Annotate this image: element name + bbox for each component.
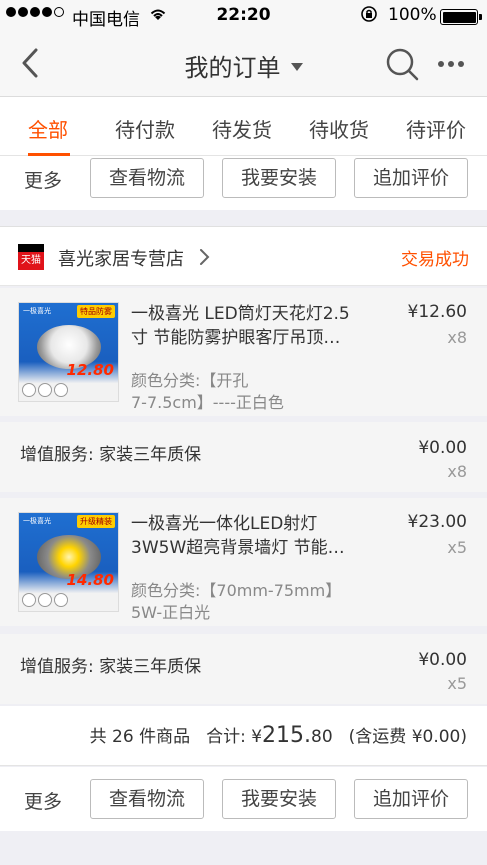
store-name[interactable]: 喜光家居专营店	[58, 245, 184, 271]
product-price: ¥12.60	[407, 302, 467, 322]
search-icon[interactable]	[384, 46, 420, 82]
product-variant: 颜色分类:【开孔 7-7.5cm】----正白色	[131, 371, 284, 412]
nav-bar: 我的订单	[0, 32, 487, 96]
add-review-button[interactable]: 追加评价	[354, 779, 468, 819]
item-count: 共 26 件商品	[89, 727, 191, 747]
product-name[interactable]: 一极喜光 LED筒灯天花灯2.5 寸 节能防雾护眼客厅吊顶…	[131, 302, 363, 350]
service-label: 增值服务: 家装三年质保	[20, 657, 202, 677]
product-quantity: x8	[447, 328, 467, 347]
value-added-service: 增值服务: 家装三年质保 ¥0.00 x8	[0, 422, 487, 492]
more-icon[interactable]	[438, 61, 464, 67]
product-quantity: x5	[447, 538, 467, 557]
tab-pending-shipment[interactable]: 待发货	[212, 114, 272, 143]
tab-all[interactable]: 全部	[28, 114, 68, 143]
more-link[interactable]: 更多	[24, 166, 62, 193]
product-item[interactable]: 一极喜光 升级精装 14.80 一极喜光一体化LED射灯 3W5W超亮背景墙灯 …	[0, 498, 487, 626]
service-quantity: x5	[447, 674, 467, 693]
order-actions-previous: 更多 查看物流 我要安装 追加评价	[0, 156, 487, 210]
value-added-service: 增值服务: 家装三年质保 ¥0.00 x5	[0, 634, 487, 704]
shipping-note: (含运费 ¥0.00)	[348, 727, 467, 747]
view-logistics-button[interactable]: 查看物流	[90, 158, 204, 198]
total-amount-int: 215.	[262, 723, 312, 748]
product-thumbnail[interactable]: 一极喜光 升级精装 14.80	[18, 512, 119, 612]
chevron-right-icon	[198, 249, 210, 265]
rotation-lock-icon	[360, 5, 378, 27]
thumb-brand: 一极喜光	[23, 307, 51, 315]
request-install-button[interactable]: 我要安装	[222, 158, 336, 198]
total-label: 合计: ¥	[206, 727, 263, 747]
carrier-label: 中国电信	[72, 10, 140, 30]
thumb-price-badge: 14.80	[66, 571, 114, 589]
signal-icon	[6, 7, 64, 17]
service-price: ¥0.00	[418, 438, 467, 458]
wifi-icon	[148, 6, 168, 26]
total-amount-dec: 80	[311, 727, 333, 747]
service-label: 增值服务: 家装三年质保	[20, 445, 202, 465]
product-price: ¥23.00	[407, 512, 467, 532]
status-bar: 中国电信 22:20 100%	[0, 0, 487, 32]
order-actions: 更多 查看物流 我要安装 追加评价	[0, 767, 487, 831]
request-install-button[interactable]: 我要安装	[222, 779, 336, 819]
thumb-ribbon: 升级精装	[77, 515, 115, 528]
tab-pending-receipt[interactable]: 待收货	[309, 114, 369, 143]
service-quantity: x8	[447, 462, 467, 481]
product-variant: 颜色分类:【70mm-75mm】 5W-正白光	[131, 581, 342, 622]
thumb-brand: 一极喜光	[23, 517, 51, 525]
order-summary: 共 26 件商品 合计: ¥215.80 (含运费 ¥0.00)	[0, 706, 487, 766]
thumb-ribbon: 特品防雾	[77, 305, 115, 318]
battery-percent: 100%	[388, 5, 437, 25]
product-item[interactable]: 一极喜光 特品防雾 12.80 一极喜光 LED筒灯天花灯2.5 寸 节能防雾护…	[0, 288, 487, 416]
service-price: ¥0.00	[418, 650, 467, 670]
order-tabs: 全部 待付款 待发货 待收货 待评价	[0, 96, 487, 156]
product-name[interactable]: 一极喜光一体化LED射灯 3W5W超亮背景墙灯 节能…	[131, 512, 363, 560]
order-status: 交易成功	[401, 250, 469, 270]
add-review-button[interactable]: 追加评价	[354, 158, 468, 198]
feature-icons	[22, 383, 68, 397]
page-title-text: 我的订单	[184, 54, 281, 82]
tmall-logo-icon: 天猫	[18, 244, 44, 270]
view-logistics-button[interactable]: 查看物流	[90, 779, 204, 819]
feature-icons	[22, 593, 68, 607]
tab-pending-review[interactable]: 待评价	[406, 114, 466, 143]
more-link[interactable]: 更多	[24, 787, 62, 814]
store-header[interactable]: 天猫 喜光家居专营店 交易成功	[0, 226, 487, 286]
tab-pending-payment[interactable]: 待付款	[115, 114, 175, 143]
battery-icon	[440, 9, 482, 25]
product-thumbnail[interactable]: 一极喜光 特品防雾 12.80	[18, 302, 119, 402]
thumb-price-badge: 12.80	[66, 361, 114, 379]
caret-down-icon	[290, 63, 303, 71]
